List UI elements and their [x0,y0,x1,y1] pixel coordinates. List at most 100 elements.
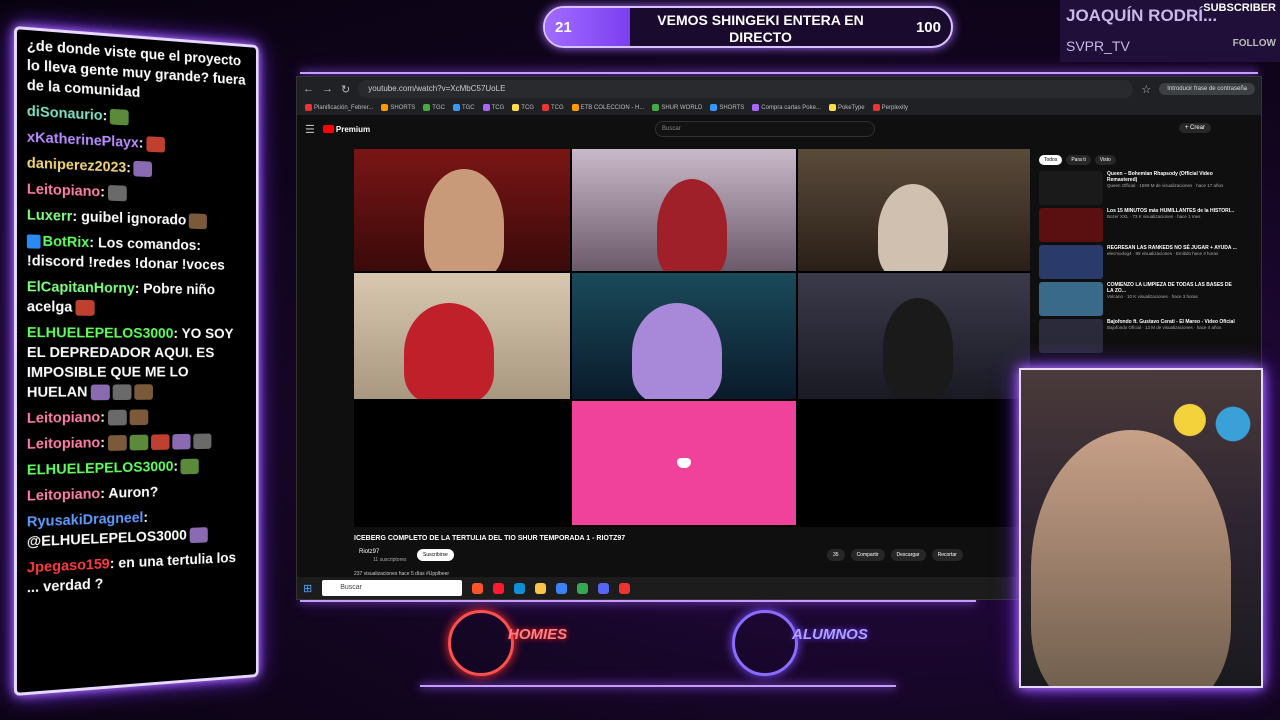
plush-shelf [1161,380,1257,460]
bookmark-item[interactable]: PokeType [829,104,865,111]
chat-emote-icon [189,213,207,229]
youtube-logo[interactable]: Premium [323,125,370,134]
chat-emote-icon [190,527,208,543]
chat-emote-icon [134,161,153,177]
bookmark-item[interactable]: TGC [453,104,475,111]
video-player[interactable] [354,149,1030,527]
bookmark-item[interactable]: Perplexity [873,104,908,111]
chat-username[interactable]: daniperez2023 [27,155,126,176]
chat-username[interactable]: RyusakiDragneel [27,509,144,530]
participant-figure [424,169,504,271]
chat-username[interactable]: diSonaurio [27,103,103,124]
star-icon[interactable]: ☆ [1141,83,1151,96]
recommendation-thumbnail[interactable] [1039,245,1103,279]
brave-icon[interactable] [472,583,483,594]
filter-chip[interactable]: Visto [1095,155,1116,165]
password-hint[interactable]: Introducir frase de contraseña [1159,83,1255,95]
video-action-button[interactable]: Recortar [932,549,963,561]
bookmark-item[interactable]: ETB COLECCION - H... [572,104,645,111]
chat-username[interactable]: ElCapitanHorny [27,278,135,297]
chat-username[interactable]: Leitopiano [27,409,100,427]
edge-icon[interactable] [514,583,525,594]
chat-text: : [103,107,108,124]
recommendation-item[interactable]: REGRESAN LAS RANKEDS NO SÉ JUGAR + AYUDA… [1039,245,1239,282]
participant-figure [883,298,953,398]
chat-username[interactable]: ELHUELEPELOS3000 [27,458,174,478]
chat-username[interactable]: ELHUELEPELOS3000 [27,324,174,342]
discord-icon [677,458,691,468]
bookmark-item[interactable]: Planificación_Febrer... [305,104,373,111]
participant-figure [657,179,727,271]
camera-tile-2 [572,149,796,271]
recommendation-item[interactable]: Los 15 MINUTOS más HUMILLANTES de la HIS… [1039,208,1239,245]
folder-icon[interactable] [535,583,546,594]
recommendation-item[interactable]: COMIENZO LA LIMPIEZA DE TODAS LAS BASES … [1039,282,1239,319]
bookmark-item[interactable]: TCG [483,104,505,111]
alumnos-logo-icon [732,610,798,676]
chat-message: RyusakiDragneel: @ELHUELEPELOS3000 [27,505,247,553]
chat-text: : [173,458,178,474]
reload-icon[interactable]: ↻ [341,83,350,96]
chat-username[interactable]: Leitopiano [27,181,100,201]
bookmark-item[interactable]: TCG [512,104,534,111]
chat-username[interactable]: Luxerr [27,206,72,224]
bookmark-item[interactable]: TCG [542,104,564,111]
bookmark-item[interactable]: SHORTS [381,104,415,111]
chat-username[interactable]: Leitopiano [27,485,100,504]
chat-username[interactable]: Leitopiano [27,434,100,452]
forward-icon[interactable]: → [322,83,333,95]
bookmark-item[interactable]: Compra cartas Poke... [752,104,821,111]
bookmark-favicon-icon [652,104,659,111]
recommendation-info: Los 15 MINUTOS más HUMILLANTES de la HIS… [1107,208,1234,245]
team-alumnos-label: ALUMNOS [792,626,868,643]
goal-title: VEMOS SHINGEKI ENTERA EN DIRECTO [630,12,891,46]
chat-text: : [126,159,131,176]
recommendation-title[interactable]: COMIENZO LA LIMPIEZA DE TODAS LAS BASES … [1107,282,1239,294]
address-bar[interactable]: youtube.com/watch?v=XcMbC57UoLE [358,80,1133,98]
discord-taskbar-icon[interactable] [598,583,609,594]
filter-chip[interactable]: Para ti [1066,155,1090,165]
bookmark-label: ETB COLECCION - H... [581,106,645,112]
bookmark-label: SHUR WORLD [661,106,702,112]
chat-emote-icon [129,409,148,425]
bookmark-item[interactable]: SHUR WORLD [652,104,702,111]
bookmark-favicon-icon [873,104,880,111]
recommendation-thumbnail[interactable] [1039,208,1103,242]
bookmark-label: Perplexity [882,106,908,112]
create-button[interactable]: + Crear [1179,123,1211,133]
recommendation-thumbnail[interactable] [1039,319,1103,353]
back-icon[interactable]: ← [303,83,314,95]
bookmark-favicon-icon [305,104,312,111]
taskbar-search[interactable]: Buscar [322,580,462,596]
windows-start-icon[interactable]: ⊞ [303,582,312,595]
recommendation-item[interactable]: Bajofondo ft. Gustavo Cerati - El Mareo … [1039,319,1239,356]
recommendation-thumbnail[interactable] [1039,171,1103,205]
menu-icon[interactable]: ☰ [305,123,315,136]
chat-username[interactable]: Jpegaso159 [27,556,110,577]
opera-icon[interactable] [493,583,504,594]
recommendation-info: Bajofondo ft. Gustavo Cerati - El Mareo … [1107,319,1235,356]
video-action-button[interactable]: Compartir [851,549,885,561]
store-icon[interactable] [556,583,567,594]
filter-chip[interactable]: Todos [1039,155,1062,165]
chat-message: daniperez2023: [27,154,247,184]
stream-chat-panel[interactable]: ¿de donde viste que el proyecto lo lleva… [14,26,259,696]
subscribe-button[interactable]: Suscribirse [417,549,454,561]
chat-username[interactable]: BotRix [43,233,90,251]
bookmark-item[interactable]: SHORTS [710,104,744,111]
youtube-search-input[interactable]: Buscar [655,121,875,137]
bookmark-item[interactable]: TGC [423,104,445,111]
video-action-button[interactable]: Descargar [891,549,926,561]
chrome-icon[interactable] [577,583,588,594]
chat-message: Jpegaso159: en una tertulia los ... verd… [27,548,247,598]
video-action-button[interactable]: 35 [827,549,845,561]
recommendation-meta: elecmodog4 · 85 visualizaciones · Emitid… [1107,251,1237,257]
recommendation-title[interactable]: Queen – Bohemian Rhapsody (Official Vide… [1107,171,1239,183]
pokeball-icon[interactable] [619,583,630,594]
channel-name[interactable]: Riotz97 [359,549,379,555]
bookmark-favicon-icon [710,104,717,111]
recommendation-item[interactable]: Queen – Bohemian Rhapsody (Official Vide… [1039,171,1239,208]
chat-message: Leitopiano: Auron? [27,480,247,506]
chat-username[interactable]: xKatherinePlayx [27,129,139,152]
recommendation-thumbnail[interactable] [1039,282,1103,316]
